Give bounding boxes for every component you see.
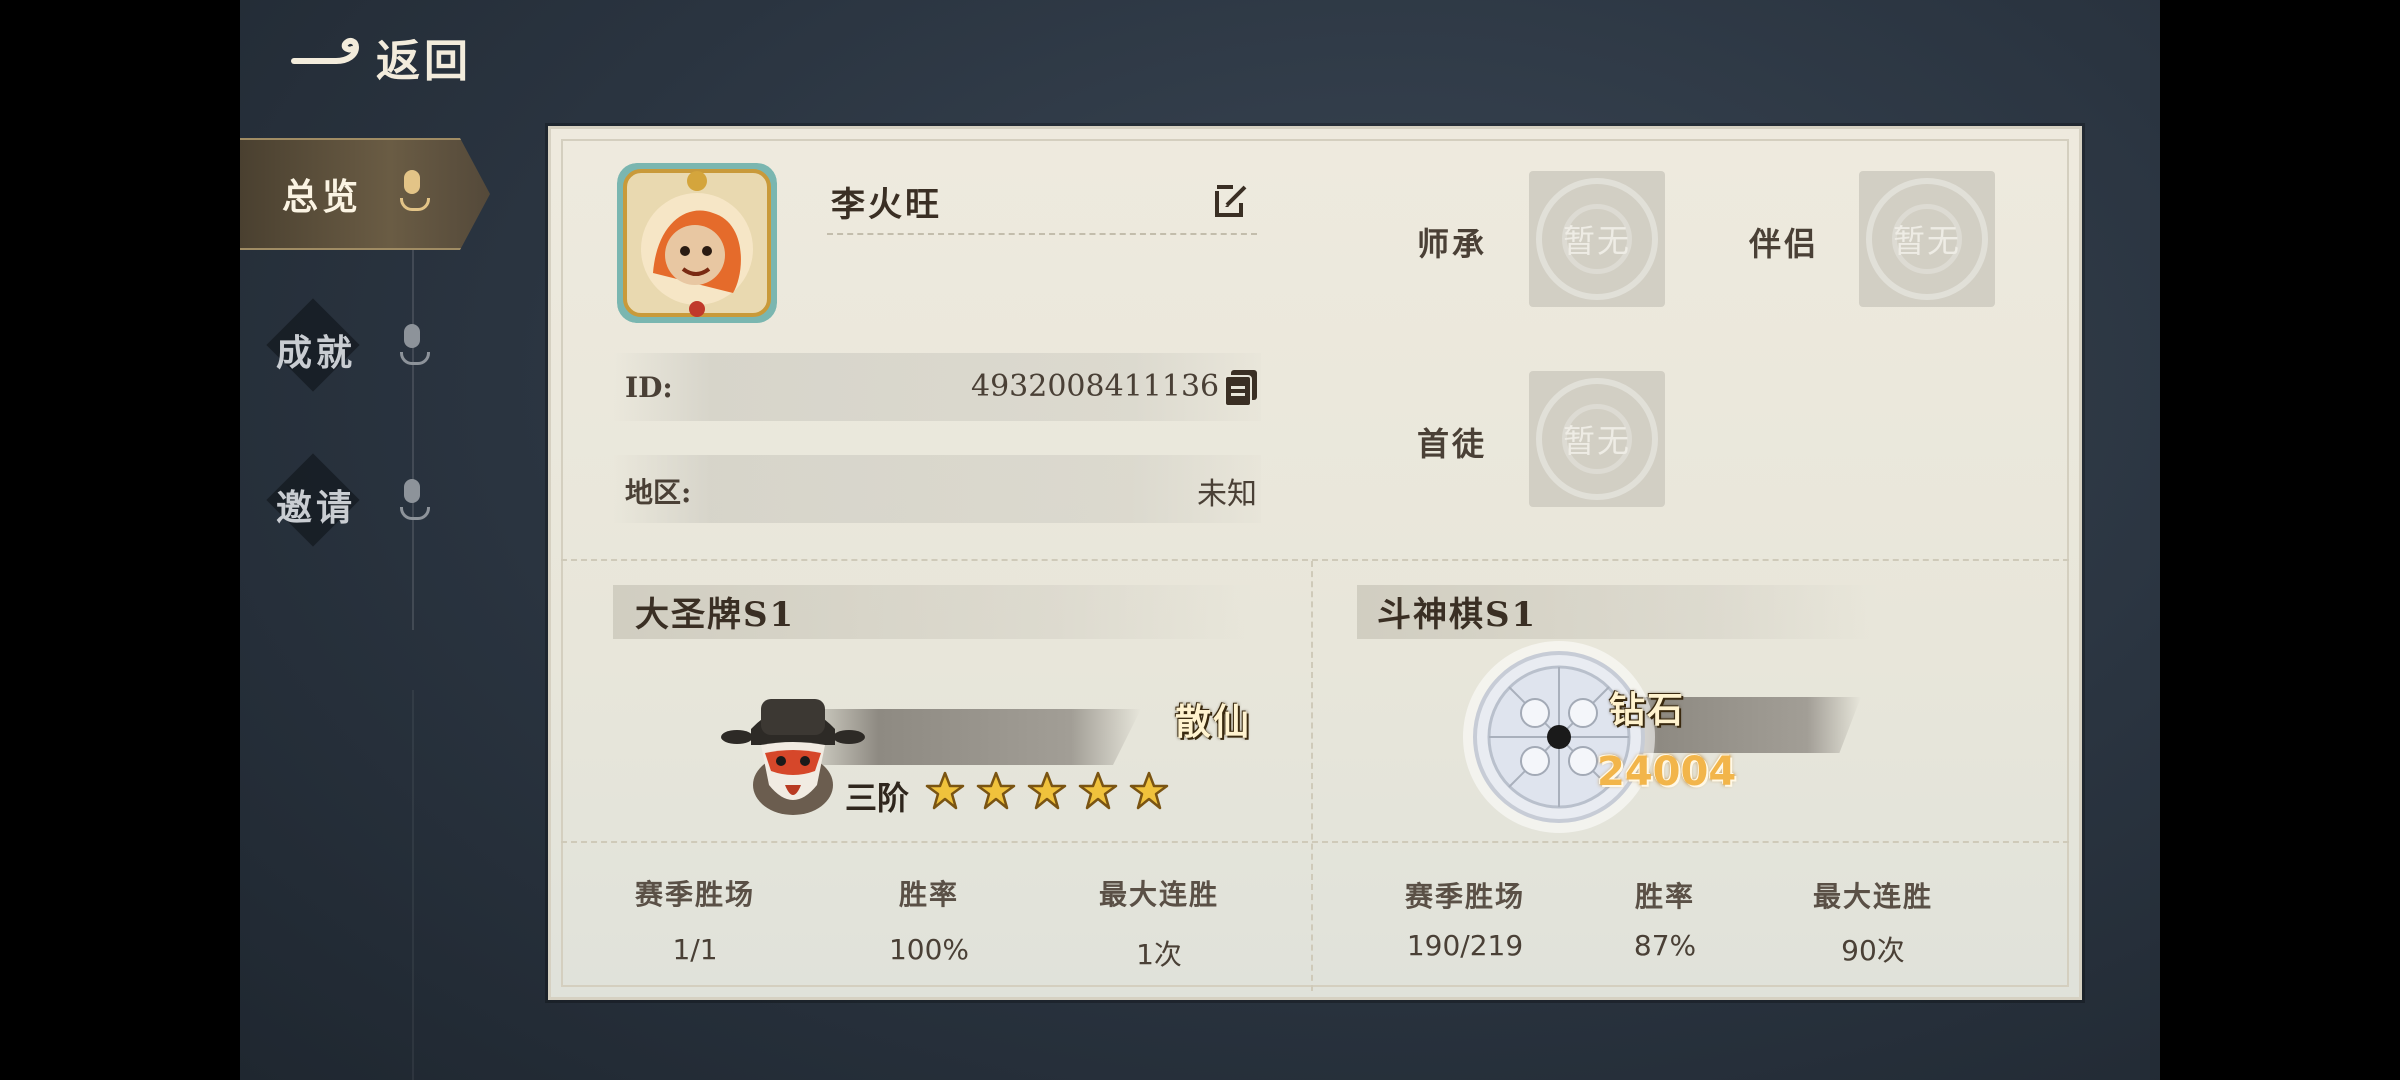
season-2-stat-label-streak: 最大连胜 [1812,880,1933,913]
season-1-stat-label-winrate: 胜率 [898,878,959,911]
star-icon [1027,771,1067,810]
season-1-stat-value-wins: 1/1 [672,933,718,966]
divider-vertical [1311,561,1313,991]
gourd-icon [398,324,430,368]
relation-value-master: 暂无 [1562,222,1631,260]
copy-icon[interactable] [1223,368,1259,408]
region-value: 未知 [1197,477,1257,512]
relation-slot-partner[interactable]: 暂无 [1859,171,1995,307]
divider-top [561,559,2069,561]
divider-stats [561,841,2069,843]
star-icon [1129,771,1169,810]
season-1-stat-label-streak: 最大连胜 [1098,878,1219,911]
edit-icon[interactable] [1211,181,1251,221]
profile-card: 李火旺 ID: 4932008411136 地区: 未知 师承 暂无 伴侣 暂无… [548,126,2082,1000]
relation-slot-master[interactable]: 暂无 [1529,171,1665,307]
back-arrow-icon [291,37,360,64]
relation-label-disciple: 首徒 [1417,425,1488,463]
gourd-icon [398,170,430,214]
season-2-score: 24004 [1597,749,1737,795]
season-1-stat-value-streak: 1次 [1136,938,1182,971]
season-2-stat-label-winrate: 胜率 [1634,880,1695,913]
season-2-rank-emblem [1463,641,1655,833]
id-value: 4932008411136 [971,369,1220,404]
sidebar-item-label: 总览 [282,176,363,218]
card-frame [561,139,2069,987]
avatar[interactable] [617,163,777,323]
star-icon [925,771,965,810]
season-2-stat-label-wins: 赛季胜场 [1404,880,1525,913]
player-name: 李火旺 [831,185,942,225]
star-icon [1078,771,1118,810]
sidebar-item-label: 成就 [276,332,357,374]
season-1-tier: 三阶 [845,779,910,817]
sidebar-item-invite[interactable]: 邀请 [240,453,490,547]
season-2-stat-value-wins: 190/219 [1406,929,1524,962]
back-button[interactable]: 返回 [290,22,490,92]
id-label: ID: [625,371,673,404]
relation-slot-disciple[interactable]: 暂无 [1529,371,1665,507]
relation-label-partner: 伴侣 [1749,225,1820,263]
sidebar-item-label: 邀请 [276,487,357,529]
relation-value-partner: 暂无 [1892,222,1961,260]
season-2-rank-name: 钻石 [1609,689,1686,731]
screen: 返回 总览 成就 邀请 李火旺 ID: 4932008411136 地区: 未知… [240,0,2160,1080]
season-1-title: 大圣牌S1 [635,595,796,635]
name-underline [827,233,1257,235]
sidebar-item-overview[interactable]: 总览 [240,138,490,250]
season-2-title: 斗神棋S1 [1377,595,1538,635]
relation-value-disciple: 暂无 [1562,422,1631,460]
star-icon [976,771,1016,810]
season-2-stat-value-winrate: 87% [1633,929,1697,962]
sidebar-item-achievements[interactable]: 成就 [240,298,490,392]
gourd-icon [398,479,430,523]
region-label: 地区: [625,476,692,509]
sidebar-rail-lower [412,690,414,1080]
season-1-stat-label-wins: 赛季胜场 [634,878,755,911]
season-1-rank-name: 散仙 [1175,701,1252,743]
season-2-stat-value-streak: 90次 [1841,934,1905,967]
relation-label-master: 师承 [1417,225,1488,263]
back-label: 返回 [376,36,472,87]
season-1-stat-value-winrate: 100% [888,933,970,966]
